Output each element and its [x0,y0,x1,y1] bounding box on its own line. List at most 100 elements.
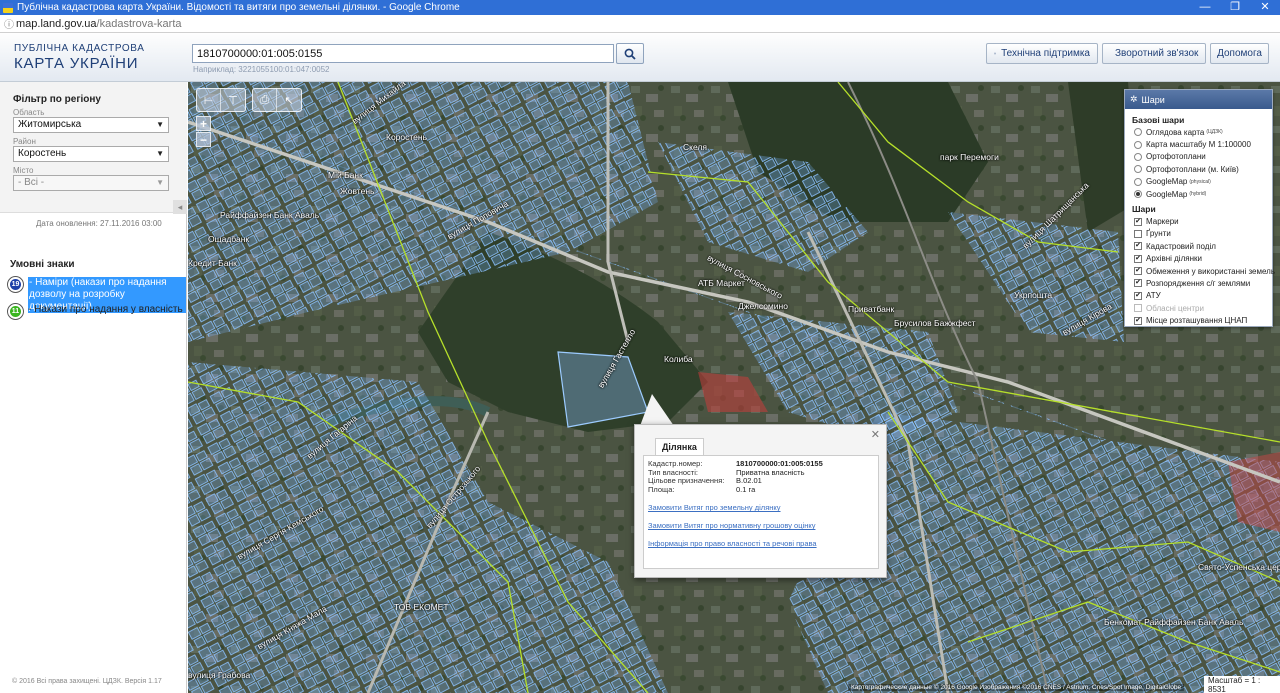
map-canvas[interactable]: вулиця Михайла ГрушевськогоКоростеньМій … [188,82,1280,693]
app-header: ПУБЛІЧНА КАДАСТРОВА КАРТА УКРАЇНИ Наприк… [0,33,1280,82]
overlay-layer-option[interactable]: ✔ Розпорядження с/г землями [1125,277,1272,289]
misto-label: Місто [13,166,34,175]
map-label: ТОВ ЕКОМЕТ [394,602,449,612]
misto-select[interactable]: - Всі - ▼ [13,175,169,191]
overlay-layer-label: Ґрунти [1146,229,1171,239]
map-label: Приватбанк [848,304,895,314]
base-layer-option[interactable]: GoogleMap (hybrid) [1125,188,1272,200]
overlay-layer-option[interactable]: ✔ Архівні ділянки [1125,253,1272,265]
parcel-action-link[interactable]: Замовити Витяг про земельну ділянку [648,503,874,512]
feedback-button[interactable]: Зворотний зв'язок [1102,43,1206,64]
search-button[interactable] [616,43,644,64]
map-label: Коростень [386,132,428,142]
overlay-layer-option[interactable]: ✔ Кадастровий поділ [1125,240,1272,252]
map-label: Ощадбанк [208,234,250,244]
favicon-icon [3,2,13,13]
base-layer-option[interactable]: GoogleMap (physical) [1125,176,1272,188]
identify-button[interactable]: ↖ [277,89,301,111]
radio-button[interactable] [1134,152,1142,161]
checkbox[interactable]: ✔ [1134,267,1142,276]
pointer-help-icon: ↖ [284,94,294,107]
close-popup-icon[interactable]: ✕ [871,428,880,441]
help-button[interactable]: Допомога [1210,43,1269,64]
checkbox[interactable]: ✔ [1134,254,1142,263]
checkbox[interactable]: ✔ [1134,291,1142,300]
overlay-layer-label: Обласні центри [1146,303,1204,313]
print-tools: ⎙ ↖ [252,88,302,112]
checkbox [1134,304,1142,313]
layers-panel: ✲ Шари Базові шари Оглядова карта (ЦДЗК) К… [1124,89,1275,327]
site-logo[interactable]: ПУБЛІЧНА КАДАСТРОВА КАРТА УКРАЇНИ [14,43,145,72]
copyright: © 2016 Всі права захищені. ЦДЗК. Версія … [12,678,162,685]
misto-value: - Всі - [18,177,45,188]
minimize-button[interactable]: — [1190,0,1220,15]
gear-icon: ✲ [1130,94,1138,104]
legend-count-badge: 11 [8,304,23,319]
checkbox[interactable]: ✔ [1134,316,1142,325]
checkbox[interactable] [1134,229,1142,238]
checkbox[interactable]: ✔ [1134,242,1142,251]
overlay-layer-option[interactable]: ✔ АТУ [1125,290,1272,302]
zoom-in-button[interactable]: + [196,116,211,131]
measure-distance-button[interactable]: ⊢ [197,89,221,111]
base-layer-option[interactable]: Ортофотоплани (м. Київ) [1125,163,1272,175]
popup-tab-parcel[interactable]: Ділянка [655,438,704,455]
parcel-action-link[interactable]: Замовити Витяг про нормативну грошову оц… [648,521,874,530]
page-info-icon[interactable]: ⓘ [2,16,16,31]
print-button[interactable]: ⎙ [253,89,277,111]
radio-button[interactable] [1134,128,1142,137]
overlay-layer-label: Місце розташування ЦНАП [1146,316,1248,326]
radio-button[interactable] [1134,165,1142,174]
base-layer-label: GoogleMap [1146,177,1188,187]
parcel-field-key: Площа: [648,484,675,494]
close-window-button[interactable]: ✕ [1250,0,1280,15]
region-filter-panel: Фільтр по регіону Область Житомирська ▼ … [0,82,187,214]
map-label: АТБ Маркет [698,278,745,288]
radio-button[interactable] [1134,177,1142,186]
base-layer-label: Ортофотоплани (м. Київ) [1146,164,1239,174]
url-path: /kadastrova-karta [96,17,182,30]
oblast-select[interactable]: Житомирська ▼ [13,117,169,133]
dropdown-arrow-icon: ▼ [156,149,164,158]
layers-title: Шари [1141,94,1165,105]
map-toolbar: ⊢ ⊤ ⎙ ↖ [196,88,302,112]
cadastral-search-input[interactable] [192,44,614,63]
base-layer-option[interactable]: Карта масштабу М 1:100000 [1125,138,1272,150]
dropdown-arrow-icon: ▼ [156,178,164,187]
parcel-action-link[interactable]: Інформація про право власності та речові… [648,539,874,548]
map-attribution: Картографические данные © 2016 Google Из… [848,684,1185,691]
checkbox[interactable]: ✔ [1134,279,1142,288]
search-icon [624,48,636,60]
collapse-sidebar-button[interactable]: ◂ [173,200,187,214]
checkbox[interactable]: ✔ [1134,217,1142,226]
legend-item-ownership[interactable]: 11 - Накази про надання у власність [8,304,186,319]
radio-button[interactable] [1134,190,1142,199]
map-label: Бенкомат Райффайзен Банк Аваль [1104,617,1244,627]
base-layer-option[interactable]: Оглядова карта (ЦДЗК) [1125,126,1272,138]
overlay-layer-option[interactable]: ✔ Місце розташування ЦНАП [1125,314,1272,326]
raion-select[interactable]: Коростень ▼ [13,146,169,162]
layers-header[interactable]: ✲ Шари [1125,90,1272,109]
map-label: Мій Банк [328,170,363,180]
overlay-layer-option[interactable]: ✔ Обмеження у використанні земель [1125,265,1275,277]
raion-value: Коростень [18,148,67,159]
radio-button[interactable] [1134,140,1142,149]
sidebar: Фільтр по регіону Область Житомирська ▼ … [0,82,187,693]
map-label: парк Перемоги [940,152,999,162]
window-title: Публічна кадастрова карта України. Відом… [17,2,460,13]
printer-icon: ⎙ [260,93,269,106]
logo-line-1: ПУБЛІЧНА КАДАСТРОВА [14,43,145,54]
tech-support-button[interactable]: Технічна підтримка [986,43,1098,64]
parcel-field-value: 0.1 га [736,484,756,494]
zoom-out-button[interactable]: − [196,132,211,147]
base-layer-option[interactable]: Ортофотоплани [1125,151,1272,163]
overlay-layer-label: АТУ [1146,291,1161,301]
parcel-fields: Кадастр.номер: 1810700000:01:005:0155 Тип … [644,456,878,494]
restore-button[interactable]: ❐ [1220,0,1250,15]
overlay-layer-option[interactable]: ✔ Маркери [1125,215,1272,227]
address-bar[interactable]: ⓘ map.land.gov.ua /kadastrova-karta [0,15,1280,33]
measure-area-button[interactable]: ⊤ [221,89,245,111]
parcel-field: Площа: 0.1 га [648,484,874,495]
measure-tools: ⊢ ⊤ [196,88,246,112]
overlay-layer-option[interactable]: Ґрунти [1125,228,1272,240]
